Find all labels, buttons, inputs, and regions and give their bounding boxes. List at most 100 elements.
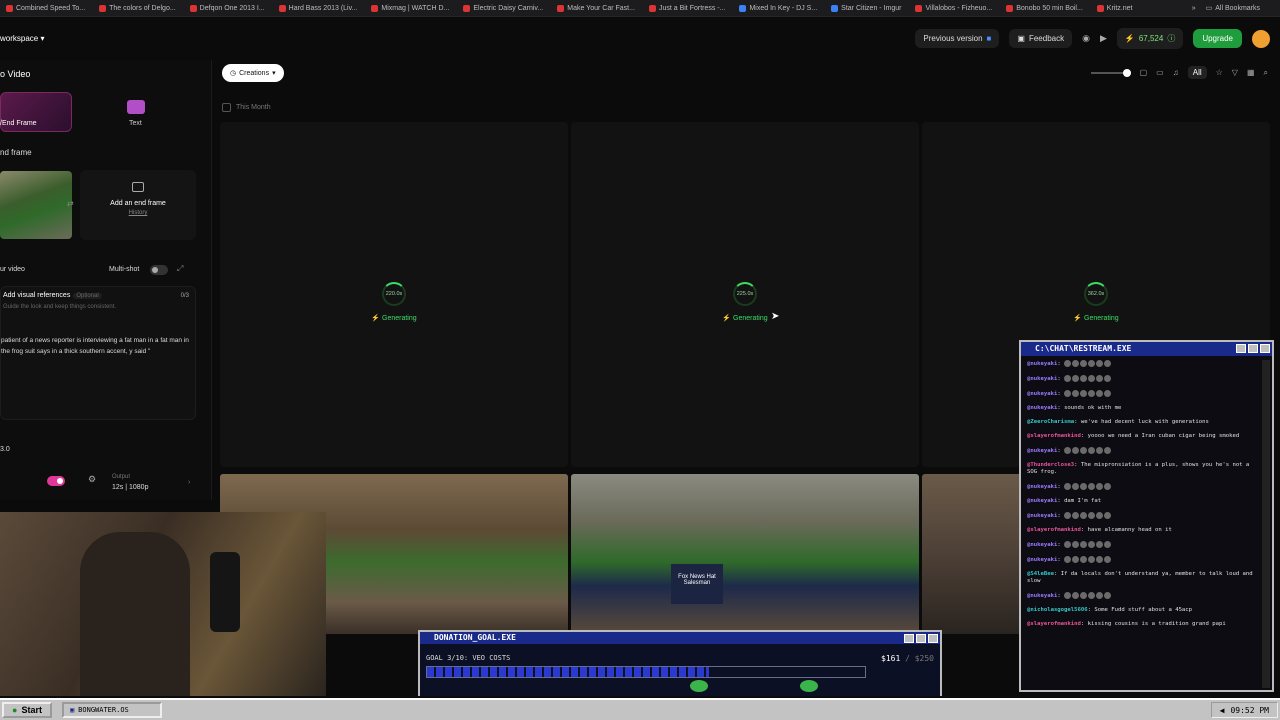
chat-message: @nicholasgogel5606: Some Fudd stuff abou…	[1027, 607, 1193, 613]
upgrade-button[interactable]: Upgrade	[1193, 29, 1242, 48]
emote-icon	[1096, 483, 1104, 490]
discord-icon[interactable]: ◉	[1082, 33, 1090, 44]
bookmark-item[interactable]: Mixed In Key - DJ S...	[739, 4, 817, 12]
previous-version-button[interactable]: Previous version ■	[915, 29, 1000, 48]
workspace-selector[interactable]: workspace ▾	[0, 34, 45, 43]
bookmark-item[interactable]: Make Your Car Fast...	[557, 4, 635, 12]
avatar[interactable]	[1252, 29, 1270, 48]
chat-username: @nicholasgogel5606	[1027, 607, 1088, 613]
model-label[interactable]: 3.0	[0, 446, 10, 453]
zoom-slider[interactable]	[1090, 68, 1131, 77]
panel-title: o Video	[0, 69, 31, 79]
emote-icon	[1104, 556, 1112, 563]
maximize-button[interactable]	[916, 634, 926, 643]
video-filter-icon[interactable]: ▭	[1156, 68, 1164, 77]
chevron-right-icon[interactable]: ›	[188, 479, 190, 486]
bookmark-item[interactable]: Kritz.net	[1096, 4, 1132, 12]
text-icon[interactable]	[127, 100, 145, 114]
all-filter-button[interactable]: All	[1187, 66, 1207, 79]
frog-icon	[690, 680, 708, 692]
this-month-checkbox[interactable]	[222, 103, 231, 112]
start-button[interactable]: ● Start	[2, 702, 52, 718]
donation-progress-fill	[427, 667, 710, 677]
chat-username: @S4leBee	[1027, 571, 1054, 577]
prompt-box[interactable]: Add visual references Optional Guide the …	[0, 286, 196, 420]
emote-icon	[1064, 512, 1072, 519]
chevron-down-icon: ▾	[40, 34, 45, 43]
bookmark-item[interactable]: Star Citizen - Imgur	[831, 4, 901, 12]
grid-icon[interactable]: ▦	[1247, 68, 1255, 77]
generation-card[interactable]: 225.0s ⚡ Generating	[571, 122, 919, 467]
video-thumbnail[interactable]: Fox News Hat Salesman	[571, 474, 919, 634]
emote-icon	[1088, 541, 1096, 548]
credits-badge[interactable]: ⚡ 67,524 ⓘ	[1116, 28, 1184, 49]
chat-messages: @nukeyaki: @nukeyaki: @nukeyaki: @nukeya…	[1021, 356, 1272, 628]
minimize-button[interactable]	[904, 634, 914, 643]
minimize-button[interactable]	[1236, 344, 1246, 353]
frog-icon: ●	[12, 705, 18, 715]
chat-title-bar[interactable]: C:\CHAT\RESTREAM.EXE	[1021, 342, 1272, 356]
audio-filter-icon[interactable]: ♫	[1173, 68, 1179, 77]
close-button[interactable]	[928, 634, 938, 643]
output-value[interactable]: 12s | 1080p	[112, 484, 148, 491]
bookmark-item[interactable]: Combined Speed To...	[6, 4, 85, 12]
start-frame-thumbnail[interactable]	[0, 171, 72, 239]
bookmark-item[interactable]: Electric Daisy Carniv...	[463, 4, 543, 12]
tab-text-label[interactable]: Text	[129, 120, 142, 127]
streamer-figure	[80, 532, 190, 696]
generation-card[interactable]: 220.0s ⚡ Generating	[220, 122, 568, 467]
all-bookmarks-link[interactable]: ▭ All Bookmarks	[1206, 4, 1260, 13]
prompt-text[interactable]: patient of a news reporter is interviewi…	[1, 335, 191, 357]
emote-icon	[1072, 483, 1080, 490]
emote-icon	[1064, 483, 1072, 490]
chat-window[interactable]: C:\CHAT\RESTREAM.EXE @nukeyaki: @nukeyak…	[1019, 340, 1274, 692]
chevron-down-icon: ▾	[272, 70, 276, 77]
emote-icon	[1080, 390, 1088, 397]
bookmark-item[interactable]: Hard Bass 2013 (Liv...	[278, 4, 357, 12]
bookmark-item[interactable]: The colors of Delgo...	[99, 4, 176, 12]
chevron-right-icon[interactable]: »	[1192, 5, 1196, 12]
expand-icon[interactable]: ⤢	[177, 264, 183, 274]
youtube-icon[interactable]: ▶	[1100, 33, 1107, 44]
bookmark-item[interactable]: Villalobos - Fizheuo...	[915, 4, 992, 12]
chat-message: @Thunderclose3: The mispronsiation is a …	[1027, 462, 1250, 475]
swap-icon[interactable]: ⇄	[67, 199, 74, 208]
emote-icon	[1088, 512, 1096, 519]
feedback-button[interactable]: ▣ Feedback	[1009, 29, 1073, 48]
chat-message: @nukeyaki:	[1027, 556, 1262, 564]
close-button[interactable]	[1260, 344, 1270, 353]
filter-icon[interactable]: ▽	[1232, 68, 1238, 77]
favicon-icon	[99, 4, 107, 12]
emote-icon	[1096, 556, 1104, 563]
donation-goal-window: DONATION_GOAL.EXE GOAL 3/10: VEO COSTS $…	[418, 630, 942, 696]
scrollbar[interactable]	[1262, 360, 1270, 688]
donation-amount: $161 / $250	[881, 654, 934, 663]
audio-toggle[interactable]	[47, 476, 65, 486]
emote-icon	[1088, 592, 1096, 599]
creations-dropdown[interactable]: ◷ Creations ▾	[222, 64, 284, 82]
chat-message: @nukeyaki:	[1027, 512, 1262, 520]
favicon-icon	[189, 4, 197, 12]
video-thumbnail[interactable]	[922, 474, 1022, 634]
maximize-button[interactable]	[1248, 344, 1258, 353]
sliders-icon[interactable]: ⚙	[88, 474, 96, 485]
taskbar-item[interactable]: ▣ BONGWATER.OS	[61, 702, 162, 718]
bookmark-item[interactable]: Mixmag | WATCH D...	[371, 4, 449, 12]
goal-label: GOAL 3/10: VEO COSTS	[426, 654, 511, 662]
multi-shot-toggle[interactable]	[150, 265, 168, 275]
chat-bubble-icon: ▣	[1017, 34, 1025, 43]
add-visual-references[interactable]: Add visual references Optional	[3, 292, 102, 299]
add-end-frame-button[interactable]: Add an end frame History	[80, 170, 196, 240]
emote-icon	[1080, 512, 1088, 519]
bookmark-item[interactable]: Bonobo 50 min Boil...	[1006, 4, 1083, 12]
bookmark-item[interactable]: Defqon One 2013 I...	[189, 4, 265, 12]
multi-shot-label: Multi-shot	[109, 266, 140, 273]
chat-message: @nukeyaki:	[1027, 483, 1262, 491]
image-filter-icon[interactable]: ▢	[1140, 68, 1148, 77]
history-link[interactable]: History	[80, 210, 196, 216]
bookmark-item[interactable]: Just a Bit Fortress -...	[648, 4, 725, 12]
chat-username: @Thunderclose3	[1027, 462, 1075, 468]
star-icon[interactable]: ☆	[1216, 68, 1223, 77]
search-icon[interactable]: ⌕	[1264, 68, 1268, 78]
zoom-knob[interactable]	[1122, 68, 1131, 77]
